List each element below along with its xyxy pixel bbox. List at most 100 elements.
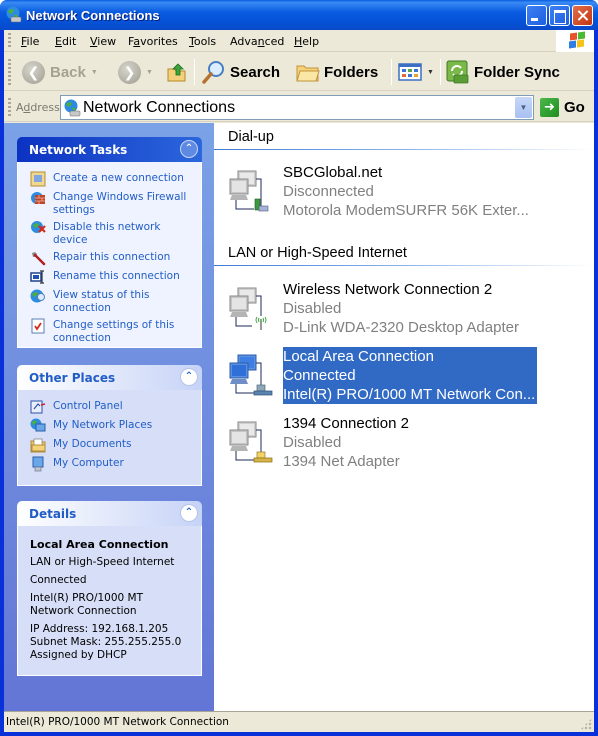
my-documents-icon [30,438,46,453]
toolbar-separator [391,59,392,85]
place-my-computer[interactable]: My Computer [18,455,201,474]
task-disable-device[interactable]: Disable this network device [18,219,201,249]
place-network-places[interactable]: My Network Places [18,417,201,436]
place-label: My Computer [53,457,124,469]
place-control-panel[interactable]: Control Panel [18,398,201,417]
network-tasks-header[interactable]: Network Tasks ⌃ [17,137,202,162]
menu-grip[interactable] [8,33,11,49]
menu-bar: File Edit View Favorites Tools Advanced … [4,30,594,52]
up-folder-icon [167,63,186,82]
task-change-settings[interactable]: Change settings of this connection [18,317,201,347]
menu-view[interactable]: View [90,35,116,48]
other-places-header[interactable]: Other Places ⌃ [17,365,202,390]
group-divider [214,149,594,150]
menu-view-label: iew [97,35,117,48]
connection-text: SBCGlobal.net Disconnected Motorola Mode… [283,163,531,220]
repair-icon [32,252,46,266]
minimize-button[interactable] [526,5,547,26]
network-places-icon [30,418,46,432]
menu-tools[interactable]: Tools [189,35,216,48]
maximize-button[interactable] [549,5,570,26]
collapse-chevron-icon[interactable]: ⌃ [180,140,198,158]
up-folder-button[interactable] [166,57,188,87]
menu-tools-label: ools [193,35,217,48]
search-icon [202,61,224,84]
collapse-chevron-icon[interactable]: ⌃ [180,504,198,522]
wireless-connection-icon [229,287,267,330]
search-button[interactable]: Search [202,57,280,87]
address-grip[interactable] [8,98,11,116]
status-text: Intel(R) PRO/1000 MT Network Connection [6,716,229,728]
details-device: Intel(R) PRO/1000 MT Network Connection [30,592,144,617]
connection-wireless-2[interactable]: Wireless Network Connection 2 Disabled D… [228,280,568,336]
network-tasks-panel: Network Tasks ⌃ Create a new connection … [17,137,202,348]
address-label: Address [16,101,60,114]
back-arrow-icon: ❮ [22,60,45,84]
control-panel-icon [30,400,46,414]
forward-dropdown-icon[interactable]: ▼ [146,69,153,76]
views-dropdown-icon[interactable]: ▼ [427,69,434,76]
menu-edit[interactable]: Edit [55,35,76,48]
status-bar: Intel(R) PRO/1000 MT Network Connection [4,711,594,732]
connection-sbcglobal[interactable]: SBCGlobal.net Disconnected Motorola Mode… [228,163,568,219]
resize-grip[interactable] [580,718,592,730]
content-area: Network Tasks ⌃ Create a new connection … [4,123,594,711]
connection-text: 1394 Connection 2 Disabled 1394 Net Adap… [283,414,411,471]
menu-favorites-label: vorites [140,35,178,48]
task-rename-connection[interactable]: Rename this connection [18,268,201,287]
dialup-connection-icon [229,170,269,212]
place-label: Control Panel [53,400,123,412]
network-connections-icon [64,99,81,117]
menu-edit-accel: E [55,35,62,48]
task-repair-connection[interactable]: Repair this connection [18,249,201,268]
forward-button[interactable]: ❯ ▼ [118,57,153,87]
connection-name: Wireless Network Connection 2 [283,281,493,298]
go-button[interactable]: ➜ Go [540,96,585,118]
menu-advanced[interactable]: Advanced [230,35,284,48]
window-title: Network Connections [26,8,160,23]
folders-label: Folders [324,63,379,81]
task-change-firewall[interactable]: Change Windows Firewall settings [18,189,201,219]
menu-file[interactable]: File [21,35,39,48]
toolbar: ❮ Back ▼ ❯ ▼ Search Folders ▼ Folder Syn… [4,53,594,91]
group-divider [214,265,594,266]
network-connections-icon [6,6,22,23]
folders-button[interactable]: Folders [296,57,378,87]
connections-view: Dial-up SBCGlobal.net Disconnected Motor… [214,123,594,711]
connection-text: Local Area Connection Connected Intel(R)… [283,347,538,404]
address-dropdown-button[interactable]: ▼ [515,97,532,118]
firewall-icon [31,192,45,204]
folder-sync-icon [446,60,469,84]
connection-local-area[interactable]: Local Area Connection Connected Intel(R)… [228,347,568,404]
details-status: Connected [30,574,87,586]
menu-help[interactable]: Help [294,35,319,48]
task-pane: Network Tasks ⌃ Create a new connection … [4,123,214,711]
details-header[interactable]: Details ⌃ [17,501,202,526]
title-bar[interactable]: Network Connections [0,0,598,30]
menu-favorites[interactable]: Favorites [128,35,178,48]
place-my-documents[interactable]: My Documents [18,436,201,455]
connection-status: Disconnected [283,183,374,200]
address-input[interactable]: Network Connections ▼ [60,95,534,120]
task-label: Repair this connection [53,251,171,263]
network-tasks-title: Network Tasks [29,143,128,157]
toolbar-grip[interactable] [8,59,11,85]
task-label: Disable this network device [53,221,161,246]
details-assigned: Assigned by DHCP [30,649,127,661]
back-button[interactable]: ❮ Back ▼ [22,57,98,87]
collapse-chevron-icon[interactable]: ⌃ [180,368,198,386]
details-title: Details [29,507,77,521]
connection-status: Connected [283,367,356,384]
back-dropdown-icon[interactable]: ▼ [91,69,98,76]
go-label: Go [564,98,585,116]
toolbar-separator [440,59,441,85]
connection-1394-2[interactable]: 1394 Connection 2 Disabled 1394 Net Adap… [228,414,568,470]
views-button[interactable]: ▼ [398,57,434,87]
task-create-connection[interactable]: Create a new connection [18,170,201,189]
close-button[interactable] [572,5,593,26]
folder-sync-button[interactable]: Folder Sync [446,57,560,87]
connection-device: D-Link WDA-2320 Desktop Adapter [283,319,519,336]
search-label: Search [230,63,281,81]
task-view-status[interactable]: View status of this connection [18,287,201,317]
details-name: Local Area Connection [30,538,169,551]
